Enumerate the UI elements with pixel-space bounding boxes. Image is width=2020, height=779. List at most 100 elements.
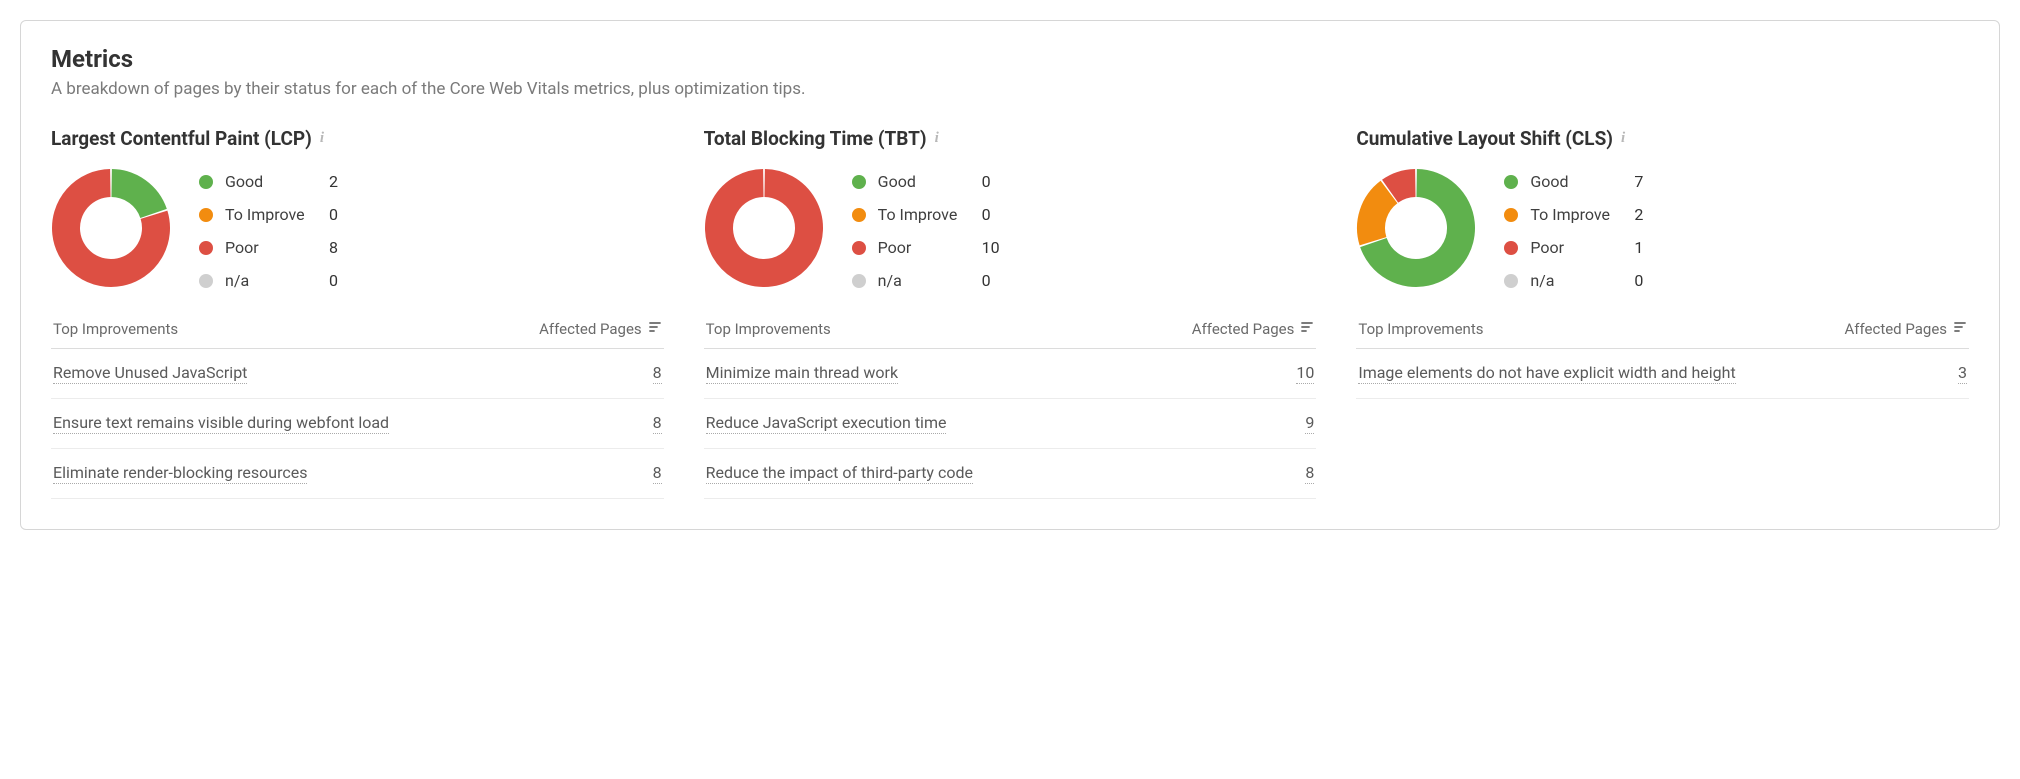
metric-column: Cumulative Layout Shift (CLS) i Good 7 To Im… (1356, 127, 1969, 499)
legend-dot-poor-icon (199, 241, 213, 255)
improvement-row: Image elements do not have explicit widt… (1356, 349, 1969, 399)
panel-title: Metrics (51, 45, 1969, 73)
legend-dot-na-icon (852, 274, 866, 288)
legend-row-good[interactable]: Good 7 (1504, 172, 1654, 191)
improvements-header-left: Top Improvements (706, 320, 831, 338)
legend-row-improve[interactable]: To Improve 0 (852, 205, 1002, 224)
metric-title: Cumulative Layout Shift (CLS) (1356, 127, 1613, 150)
legend-row-na[interactable]: n/a 0 (199, 271, 349, 290)
metric-title: Total Blocking Time (TBT) (704, 127, 927, 150)
legend-dot-na-icon (199, 274, 213, 288)
legend-label-good: Good (225, 172, 317, 191)
legend-label-poor: Poor (1530, 238, 1622, 257)
legend-label-poor: Poor (878, 238, 970, 257)
improvement-count[interactable]: 8 (1305, 463, 1314, 484)
sort-desc-icon (1300, 320, 1314, 338)
legend-row-good[interactable]: Good 0 (852, 172, 1002, 191)
legend-value-poor: 10 (982, 238, 1002, 257)
metric-column: Largest Contentful Paint (LCP) i Good 2 To I… (51, 127, 664, 499)
improvement-name[interactable]: Reduce JavaScript execution time (706, 413, 947, 434)
legend-label-poor: Poor (225, 238, 317, 257)
legend-value-improve: 2 (1634, 205, 1654, 224)
legend-label-na: n/a (1530, 271, 1622, 290)
legend-row-improve[interactable]: To Improve0 (199, 205, 349, 224)
info-icon[interactable]: i (935, 130, 939, 147)
legend-row-poor[interactable]: Poor 8 (199, 238, 349, 257)
metrics-row: Largest Contentful Paint (LCP)iGood2To I… (51, 127, 1969, 499)
improvement-count[interactable]: 8 (653, 463, 662, 484)
improvement-name[interactable]: Ensure text remains visible during webfo… (53, 413, 389, 434)
improvements-header-left: Top Improvements (53, 320, 178, 338)
improvements-header-right: Affected Pages (1844, 320, 1947, 338)
chart-row: Good 0 To Improve 0 Poor 10 n/a0 (704, 168, 1317, 290)
improvement-count[interactable]: 9 (1305, 413, 1314, 434)
legend-dot-improve-icon (199, 208, 213, 222)
panel-subtitle: A breakdown of pages by their status for… (51, 79, 1969, 99)
legend-label-improve: To Improve (225, 205, 317, 224)
improvement-count[interactable]: 8 (653, 413, 662, 434)
improvement-row: Eliminate render-blocking resources 8 (51, 449, 664, 499)
info-icon[interactable]: i (1621, 130, 1625, 147)
improvement-row: Remove Unused JavaScript 8 (51, 349, 664, 399)
improvements-header: Top Improvements Affected Pages (1356, 316, 1969, 349)
legend-value-na: 0 (1634, 271, 1654, 290)
metric-header: Total Blocking Time (TBT) i (704, 127, 1317, 150)
improvements-header-left: Top Improvements (1358, 320, 1483, 338)
legend-row-poor[interactable]: Poor1 (1504, 238, 1654, 257)
metric-title: Largest Contentful Paint (LCP) (51, 127, 312, 150)
affected-pages-sort[interactable]: Affected Pages (539, 320, 662, 338)
legend-row-na[interactable]: n/a 0 (1504, 271, 1654, 290)
legend: Good 7 To Improve 2 Poor1 n/a 0 (1504, 168, 1654, 290)
improvement-count[interactable]: 10 (1296, 363, 1314, 384)
legend-row-good[interactable]: Good 2 (199, 172, 349, 191)
improvements-header: Top Improvements Affected Pages (704, 316, 1317, 349)
legend-value-improve: 0 (982, 205, 1002, 224)
legend-label-na: n/a (878, 271, 970, 290)
improvement-name[interactable]: Reduce the impact of third-party code (706, 463, 973, 484)
legend-dot-improve-icon (1504, 208, 1518, 222)
legend-label-good: Good (878, 172, 970, 191)
legend-dot-improve-icon (852, 208, 866, 222)
improvements-header: Top Improvements Affected Pages (51, 316, 664, 349)
chart-row: Good 7 To Improve 2 Poor1 n/a 0 (1356, 168, 1969, 290)
improvement-name[interactable]: Remove Unused JavaScript (53, 363, 247, 384)
improvement-count[interactable]: 8 (653, 363, 662, 384)
metrics-panel: Metrics A breakdown of pages by their st… (20, 20, 2000, 530)
legend-row-poor[interactable]: Poor 10 (852, 238, 1002, 257)
metric-header: Largest Contentful Paint (LCP) i (51, 127, 664, 150)
info-icon[interactable]: i (320, 130, 324, 147)
legend-dot-good-icon (1504, 175, 1518, 189)
improvements-header-right: Affected Pages (539, 320, 642, 338)
legend-value-good: 7 (1634, 172, 1654, 191)
improvement-row: Reduce the impact of third-party code 8 (704, 449, 1317, 499)
improvement-name[interactable]: Minimize main thread work (706, 363, 898, 384)
improvement-row: Reduce JavaScript execution time 9 (704, 399, 1317, 449)
improvements-header-right: Affected Pages (1192, 320, 1295, 338)
improvement-count[interactable]: 3 (1958, 363, 1967, 384)
legend-row-na[interactable]: n/a0 (852, 271, 1002, 290)
legend-value-good: 0 (982, 172, 1002, 191)
legend-dot-poor-icon (1504, 241, 1518, 255)
legend: Good 0 To Improve 0 Poor 10 n/a0 (852, 168, 1002, 290)
legend-label-improve: To Improve (1530, 205, 1622, 224)
legend-label-good: Good (1530, 172, 1622, 191)
metric-header: Cumulative Layout Shift (CLS) i (1356, 127, 1969, 150)
affected-pages-sort[interactable]: Affected Pages (1192, 320, 1315, 338)
sort-desc-icon (1953, 320, 1967, 338)
donut-chart (1356, 168, 1476, 288)
improvement-row: Ensure text remains visible during webfo… (51, 399, 664, 449)
legend-label-improve: To Improve (878, 205, 970, 224)
legend-value-good: 2 (329, 172, 349, 191)
chart-row: Good 2 To Improve0 Poor 8 n/a 0 (51, 168, 664, 290)
affected-pages-sort[interactable]: Affected Pages (1844, 320, 1967, 338)
improvement-name[interactable]: Eliminate render-blocking resources (53, 463, 307, 484)
legend-label-na: n/a (225, 271, 317, 290)
legend-dot-good-icon (199, 175, 213, 189)
legend-row-improve[interactable]: To Improve 2 (1504, 205, 1654, 224)
sort-desc-icon (648, 320, 662, 338)
legend-value-poor: 8 (329, 238, 349, 257)
legend-value-na: 0 (329, 271, 349, 290)
legend-dot-poor-icon (852, 241, 866, 255)
improvement-name[interactable]: Image elements do not have explicit widt… (1358, 363, 1735, 384)
legend: Good 2 To Improve0 Poor 8 n/a 0 (199, 168, 349, 290)
